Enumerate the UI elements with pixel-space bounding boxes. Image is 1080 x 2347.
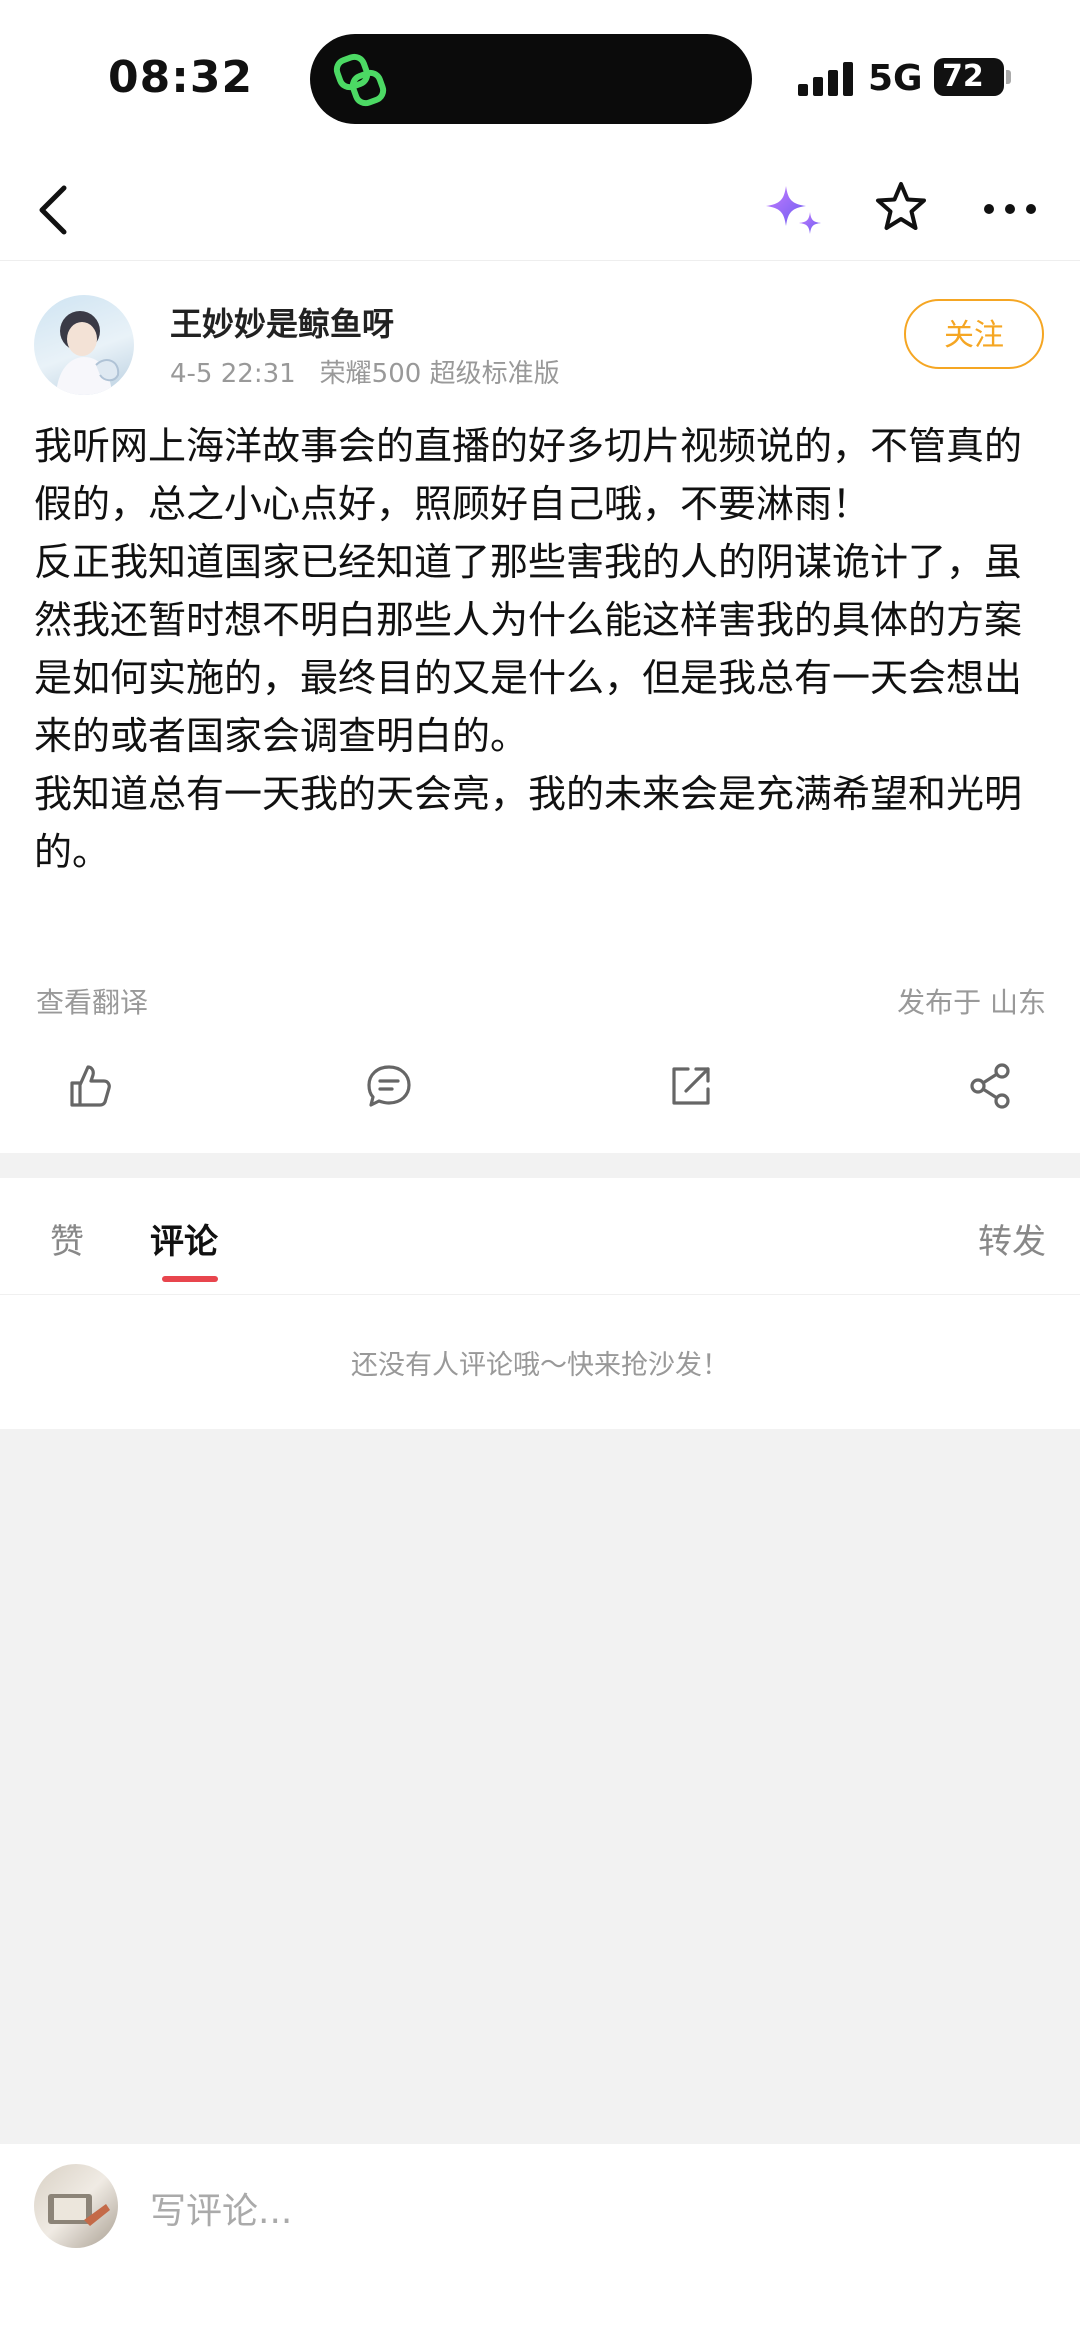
tab-reposts[interactable]: 转发	[978, 1214, 1046, 1263]
back-icon[interactable]	[34, 182, 74, 238]
nav-bar	[0, 160, 1080, 260]
active-tab-indicator	[162, 1276, 218, 1282]
ai-sparkle-icon[interactable]	[762, 182, 826, 242]
star-icon[interactable]	[874, 180, 928, 234]
follow-button[interactable]: 关注	[904, 299, 1044, 369]
dynamic-island	[310, 34, 752, 124]
like-icon[interactable]	[64, 1061, 114, 1111]
post-content: 我听网上海洋故事会的直播的好多切片视频说的，不管真的假的，总之小心点好，照顾好自…	[34, 417, 1046, 881]
my-avatar-image	[48, 2194, 110, 2226]
network-type: 5G	[868, 58, 923, 99]
comments-empty-state: 还没有人评论哦～快来抢沙发！	[0, 1294, 1080, 1429]
author-avatar[interactable]	[34, 295, 134, 395]
comment-bar: 写评论...	[0, 2144, 1080, 2347]
signal-icon	[798, 62, 853, 96]
avatar-image	[56, 311, 120, 395]
post-paragraph: 我听网上海洋故事会的直播的好多切片视频说的，不管真的假的，总之小心点好，照顾好自…	[34, 424, 1023, 526]
post-date: 4-5 22:31	[170, 359, 296, 389]
repost-icon[interactable]	[666, 1061, 716, 1111]
comment-icon[interactable]	[364, 1061, 414, 1111]
battery-cap	[1006, 70, 1011, 84]
post-location: 发布于 山东	[897, 986, 1046, 1019]
status-time: 08:32	[108, 52, 254, 103]
link-app-icon	[333, 53, 387, 107]
comment-input[interactable]: 写评论...	[150, 2182, 292, 2234]
post-paragraph: 反正我知道国家已经知道了那些害我的人的阴谋诡计了，虽然我还暂时想不明白那些人为什…	[34, 540, 1023, 758]
tab-likes[interactable]: 赞	[50, 1214, 84, 1263]
status-bar: 08:32 5G 72	[0, 0, 1080, 160]
interaction-tabs: 赞 评论 转发	[0, 1178, 1080, 1294]
empty-comments-message: 还没有人评论哦～快来抢沙发！	[351, 1350, 729, 1381]
post-device: 荣耀500 超级标准版	[319, 359, 560, 389]
author-name[interactable]: 王妙妙是鲸鱼呀	[170, 299, 394, 345]
my-avatar	[34, 2164, 118, 2248]
share-icon[interactable]	[966, 1061, 1016, 1111]
battery-level: 72	[934, 58, 1004, 96]
post-meta: 4-5 22:31 荣耀500 超级标准版	[170, 353, 584, 390]
post-card: 王妙妙是鲸鱼呀 4-5 22:31 荣耀500 超级标准版 关注 我听网上海洋故事…	[0, 260, 1080, 1153]
translate-link[interactable]: 查看翻译	[36, 981, 148, 1021]
post-paragraph: 我知道总有一天我的天会亮，我的未来会是充满希望和光明的。	[34, 772, 1023, 874]
tab-comments[interactable]: 评论	[150, 1214, 218, 1263]
more-icon[interactable]	[982, 202, 1038, 216]
